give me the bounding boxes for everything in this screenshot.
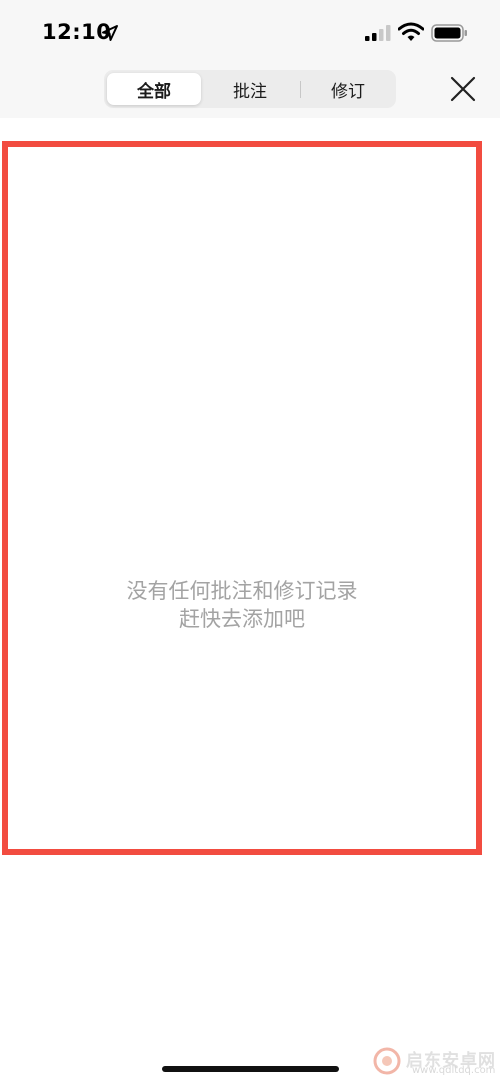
close-icon[interactable] — [450, 76, 476, 102]
battery-icon — [431, 24, 467, 42]
watermark-logo-icon — [373, 1047, 401, 1075]
watermark-url: www.qdltdq.com — [412, 1065, 496, 1076]
segmented-control: 全部 批注 修订 — [104, 70, 396, 108]
comments-list-area: 没有任何批注和修订记录 赶快去添加吧 — [2, 141, 482, 855]
status-bar: 12:10 — [0, 0, 500, 62]
wifi-icon — [398, 22, 424, 41]
empty-state-line-1: 没有任何批注和修订记录 — [126, 579, 358, 603]
home-indicator[interactable] — [162, 1066, 339, 1072]
watermark: 启东安卓网 www.qdltdq.com — [372, 1044, 500, 1078]
empty-state-line-2: 赶快去添加吧 — [179, 607, 305, 631]
signal-icon — [365, 25, 391, 41]
location-arrow-icon — [102, 25, 118, 41]
tab-revisions[interactable]: 修订 — [301, 73, 395, 105]
empty-state-message: 没有任何批注和修订记录 赶快去添加吧 — [8, 577, 476, 633]
tab-all[interactable]: 全部 — [107, 73, 201, 105]
tab-comments[interactable]: 批注 — [203, 73, 297, 105]
header-bar: 全部 批注 修订 — [0, 62, 500, 118]
